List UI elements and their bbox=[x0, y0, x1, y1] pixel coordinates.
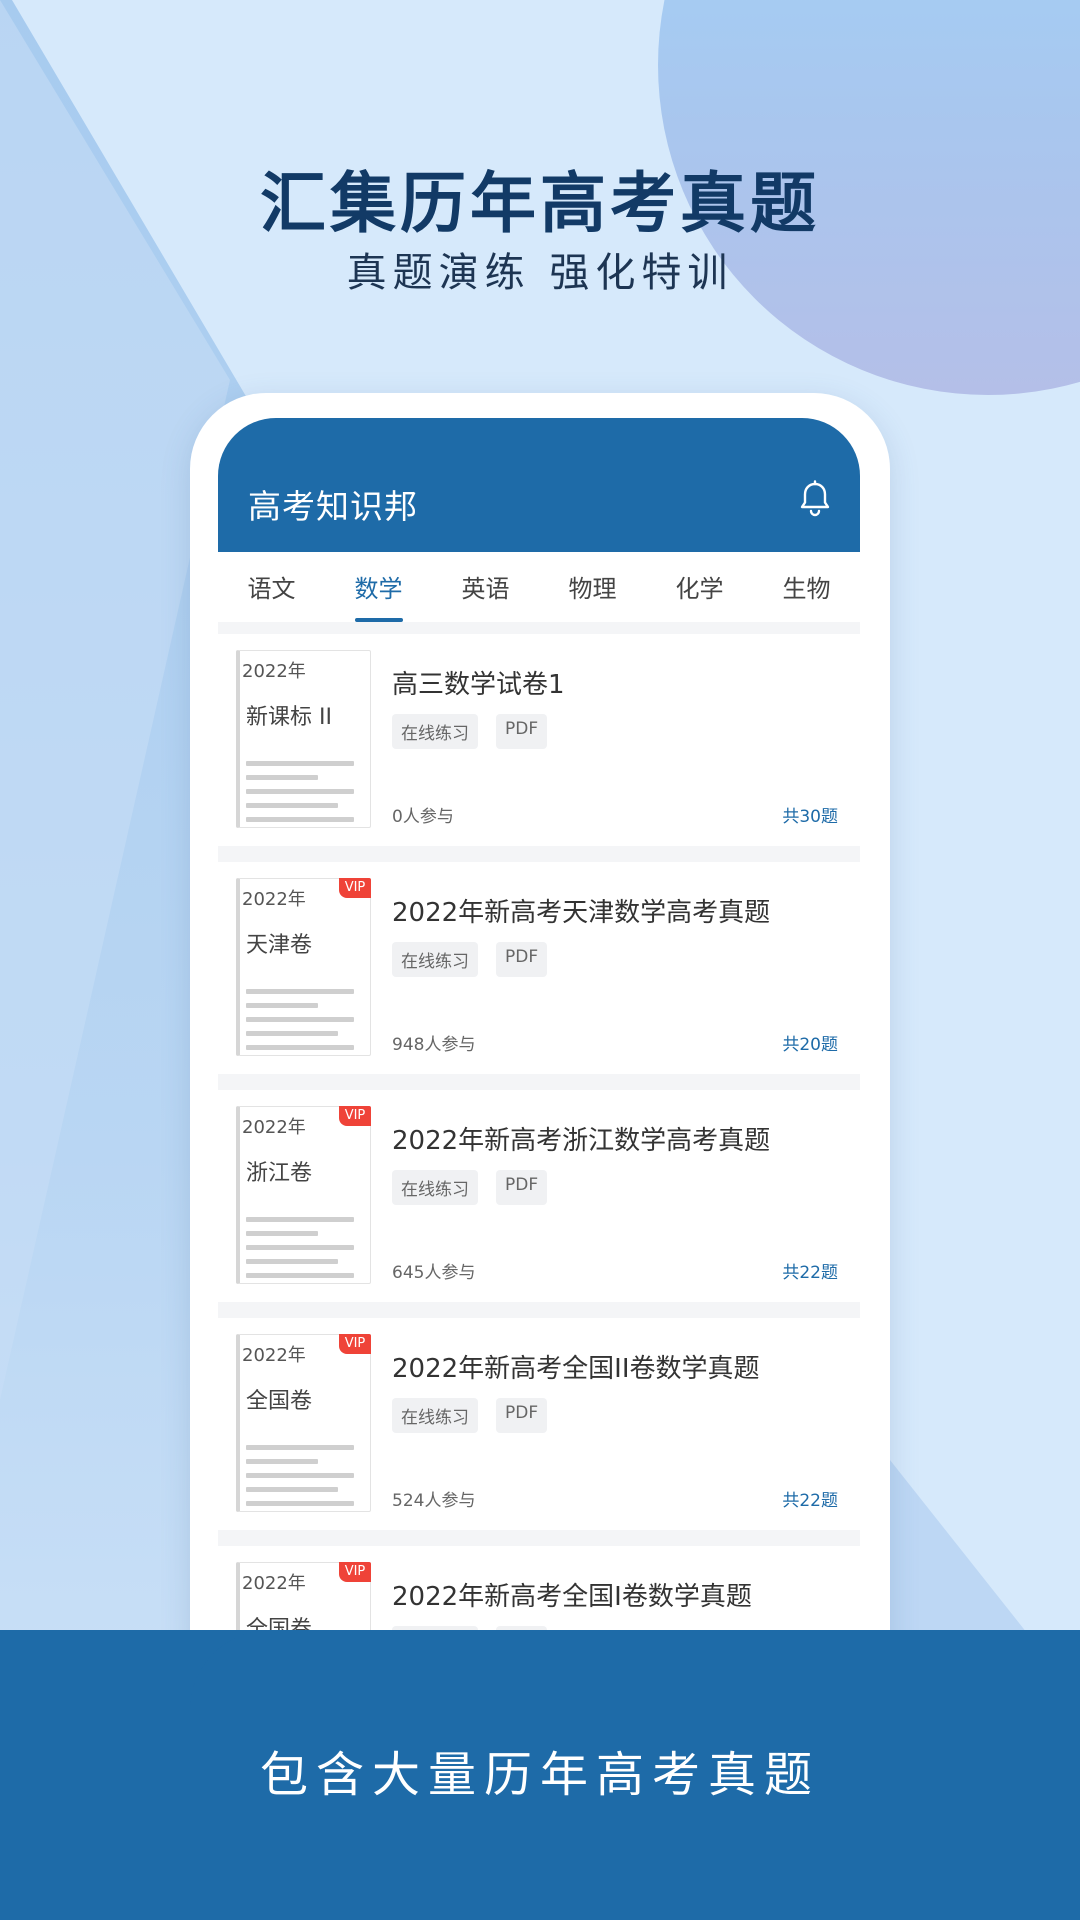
question-count: 共20题 bbox=[782, 1035, 838, 1055]
vip-badge: VIP bbox=[339, 1106, 371, 1126]
app-title: 高考知识邦 bbox=[248, 487, 418, 526]
bottom-banner-text: 包含大量历年高考真题 bbox=[259, 1747, 820, 1803]
exam-tags: 在线练习 PDF bbox=[392, 1170, 548, 1205]
thumbnail-lines bbox=[246, 1217, 354, 1287]
exam-title[interactable]: 2022年新高考全国I卷数学真题 bbox=[392, 1576, 752, 1613]
thumbnail-year: 2022年 bbox=[242, 1117, 306, 1138]
tab-1[interactable]: 数学 bbox=[325, 552, 432, 622]
exam-tags: 在线练习 PDF bbox=[392, 714, 548, 749]
thumbnail-lines bbox=[246, 1445, 354, 1515]
exam-title[interactable]: 2022年新高考浙江数学高考真题 bbox=[392, 1120, 770, 1157]
question-count: 共22题 bbox=[782, 1263, 838, 1283]
thumbnail-subtitle: 全国卷 bbox=[246, 1389, 313, 1414]
vip-badge: VIP bbox=[339, 1562, 371, 1582]
exam-tag[interactable]: PDF bbox=[496, 714, 548, 749]
app-header: 高考知识邦 bbox=[218, 418, 860, 552]
participant-count: 645人参与 bbox=[392, 1263, 476, 1283]
exam-thumbnail: 2022年新课标 II bbox=[236, 650, 371, 828]
exam-list: 2022年 新课标 II 高三数学试卷1 在线练习 PDF 0人参与 共30题 2022年 天津… bbox=[218, 622, 860, 1630]
exam-list-item[interactable]: 2022年全国卷VIP2022年新高考全国I卷数学真题在线练习PDF bbox=[218, 1546, 860, 1630]
tab-4[interactable]: 化学 bbox=[646, 552, 753, 622]
exam-list-item[interactable]: 2022年天津卷 VIP 2022年新高考天津数学高考真题 在线练习 PDF 948人参与… bbox=[218, 862, 860, 1074]
exam-tag[interactable]: PDF bbox=[496, 1398, 548, 1433]
exam-tags: 在线练习 PDF bbox=[392, 1398, 548, 1433]
exam-tags: 在线练习 PDF bbox=[392, 942, 548, 977]
thumbnail-year: 2022年 bbox=[242, 1345, 306, 1366]
bottom-banner-notch bbox=[190, 1630, 490, 1710]
tab-3[interactable]: 物理 bbox=[539, 552, 646, 622]
tab-2[interactable]: 英语 bbox=[432, 552, 539, 622]
thumbnail-year: 2022年 bbox=[242, 889, 306, 910]
thumbnail-subtitle: 全国卷 bbox=[246, 1617, 313, 1630]
question-count: 共22题 bbox=[782, 1491, 838, 1511]
exam-tag[interactable]: 在线练习 bbox=[392, 714, 478, 749]
thumbnail-lines bbox=[246, 989, 354, 1059]
thumbnail-year: 2022年 bbox=[242, 1573, 306, 1594]
exam-title[interactable]: 2022年新高考天津数学高考真题 bbox=[392, 892, 770, 929]
headline: 汇集历年高考真题 bbox=[260, 165, 820, 242]
participant-count: 524人参与 bbox=[392, 1491, 476, 1511]
participant-count: 948人参与 bbox=[392, 1035, 476, 1055]
exam-thumbnail: 2022年全国卷 VIP bbox=[236, 1334, 371, 1512]
subheadline: 真题演练 强化特训 bbox=[346, 250, 734, 296]
subject-tabs: 语文 数学 英语 物理 化学 生物 bbox=[218, 552, 860, 622]
tab-5[interactable]: 生物 bbox=[753, 552, 860, 622]
thumbnail-subtitle: 天津卷 bbox=[246, 933, 313, 958]
exam-tag[interactable]: 在线练习 bbox=[392, 1398, 478, 1433]
thumbnail-subtitle: 浙江卷 bbox=[246, 1161, 313, 1186]
exam-title[interactable]: 高三数学试卷1 bbox=[392, 664, 565, 701]
exam-thumbnail: 2022年浙江卷 VIP bbox=[236, 1106, 371, 1284]
exam-thumbnail: 2022年天津卷 VIP bbox=[236, 878, 371, 1056]
vip-badge: VIP bbox=[339, 878, 371, 898]
phone-screen: 高考知识邦 语文 数学 英语 物理 化学 生物 2022年 新课标 II 高三数学试卷1 在线练… bbox=[218, 418, 860, 1630]
exam-thumbnail: 2022年全国卷 VIP bbox=[236, 1562, 371, 1630]
thumbnail-subtitle: 新课标 II bbox=[246, 705, 332, 730]
thumbnail-year: 2022年 bbox=[242, 661, 306, 682]
participant-count: 0人参与 bbox=[392, 807, 454, 827]
question-count: 共30题 bbox=[782, 807, 838, 827]
vip-badge: VIP bbox=[339, 1334, 371, 1354]
bell-icon[interactable] bbox=[798, 480, 832, 518]
thumbnail-lines bbox=[246, 761, 354, 831]
exam-tag[interactable]: PDF bbox=[496, 942, 548, 977]
exam-tag[interactable]: 在线练习 bbox=[392, 1170, 478, 1205]
tab-0[interactable]: 语文 bbox=[218, 552, 325, 622]
exam-tag[interactable]: 在线练习 bbox=[392, 942, 478, 977]
exam-list-item[interactable]: 2022年全国卷 VIP 2022年新高考全国II卷数学真题 在线练习 PDF 524人参… bbox=[218, 1318, 860, 1530]
exam-list-item[interactable]: 2022年新课标 II 高三数学试卷1 在线练习 PDF 0人参与 共30题 bbox=[218, 634, 860, 846]
exam-title[interactable]: 2022年新高考全国II卷数学真题 bbox=[392, 1348, 760, 1385]
exam-list-item[interactable]: 2022年浙江卷 VIP 2022年新高考浙江数学高考真题 在线练习 PDF 645人参与… bbox=[218, 1090, 860, 1302]
exam-tag[interactable]: PDF bbox=[496, 1170, 548, 1205]
